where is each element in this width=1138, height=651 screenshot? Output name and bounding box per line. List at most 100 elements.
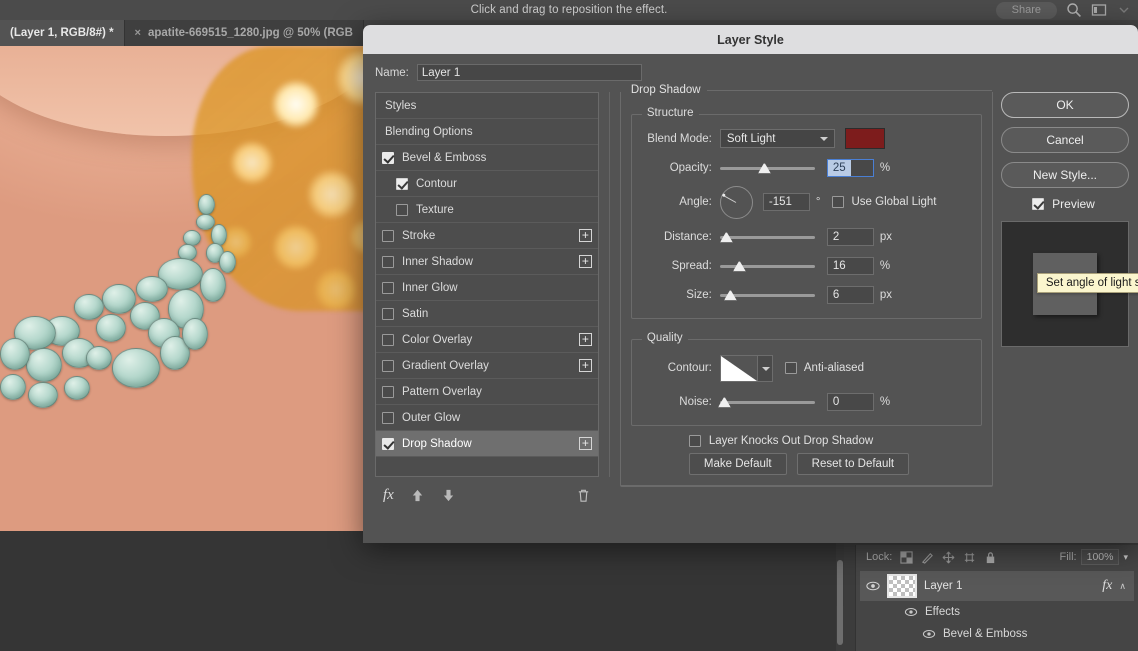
style-item-styles[interactable]: Styles xyxy=(376,93,598,119)
style-item-stroke[interactable]: Stroke + xyxy=(376,223,598,249)
anti-aliased-checkbox[interactable] xyxy=(784,362,797,374)
style-item-outer-glow[interactable]: Outer Glow xyxy=(376,405,598,431)
fx-icon[interactable]: fx xyxy=(383,487,394,504)
distance-slider[interactable] xyxy=(719,231,815,243)
reset-to-default-button[interactable]: Reset to Default xyxy=(796,453,910,475)
shadow-color-swatch[interactable] xyxy=(844,128,885,149)
distance-value: 2 xyxy=(832,230,840,243)
image-canvas[interactable] xyxy=(0,46,364,531)
outer-glow-checkbox[interactable] xyxy=(382,411,394,424)
move-lock-icon[interactable] xyxy=(942,551,955,564)
move-down-icon[interactable] xyxy=(441,488,456,503)
move-up-icon[interactable] xyxy=(410,488,425,503)
tab-label: apatite-669515_1280.jpg @ 50% (RGB xyxy=(147,27,353,39)
tab-close-icon[interactable]: × xyxy=(135,27,141,39)
texture-checkbox[interactable] xyxy=(396,203,408,216)
layer-row[interactable]: Layer 1 fx ∧ xyxy=(860,571,1134,601)
eye-icon[interactable] xyxy=(904,605,918,619)
layer-thumbnail[interactable] xyxy=(887,574,917,598)
style-item-satin[interactable]: Satin xyxy=(376,301,598,327)
stroke-checkbox[interactable] xyxy=(382,229,394,242)
style-item-texture[interactable]: Texture xyxy=(376,197,598,223)
style-item-blending-options[interactable]: Blending Options xyxy=(376,119,598,145)
style-item-pattern-overlay[interactable]: Pattern Overlay xyxy=(376,379,598,405)
style-item-inner-shadow[interactable]: Inner Shadow + xyxy=(376,249,598,275)
add-drop-shadow-plus-icon[interactable]: + xyxy=(578,437,592,450)
inner-shadow-checkbox[interactable] xyxy=(382,255,394,268)
brush-lock-icon[interactable] xyxy=(921,551,934,564)
size-slider[interactable] xyxy=(719,289,815,301)
canvas-scrollbar-thumb[interactable] xyxy=(837,560,843,645)
eye-icon[interactable] xyxy=(866,579,880,593)
add-inner-shadow-plus-icon[interactable]: + xyxy=(578,255,592,268)
knockout-checkbox[interactable] xyxy=(688,435,701,447)
make-default-button[interactable]: Make Default xyxy=(688,453,787,475)
styles-list[interactable]: Styles Blending Options Bevel & Emboss C… xyxy=(375,92,599,477)
fill-chevron-down-icon[interactable]: ▾ xyxy=(1123,552,1128,563)
size-input[interactable]: 6 xyxy=(826,285,874,304)
contour-checkbox[interactable] xyxy=(396,177,408,190)
satin-checkbox[interactable] xyxy=(382,307,394,320)
bevel-emboss-checkbox[interactable] xyxy=(382,151,394,164)
use-global-light-control[interactable]: Use Global Light xyxy=(832,196,937,208)
dialog-vertical-divider xyxy=(608,92,610,477)
style-item-gradient-overlay[interactable]: Gradient Overlay + xyxy=(376,353,598,379)
layer-name-input[interactable] xyxy=(416,64,642,81)
contour-picker[interactable] xyxy=(719,354,773,382)
workspace-icon[interactable] xyxy=(1091,2,1107,18)
noise-input[interactable]: 0 xyxy=(826,392,874,411)
lock-all-icon[interactable] xyxy=(984,551,997,564)
document-tab-active[interactable]: (Layer 1, RGB/8#) * xyxy=(0,20,125,46)
style-label: Pattern Overlay xyxy=(402,385,482,398)
inner-glow-checkbox[interactable] xyxy=(382,281,394,294)
add-stroke-plus-icon[interactable]: + xyxy=(578,229,592,242)
gradient-overlay-checkbox[interactable] xyxy=(382,359,394,372)
layer-expand-chevron-icon[interactable]: ∧ xyxy=(1119,581,1126,592)
new-style-button[interactable]: New Style... xyxy=(1001,162,1129,188)
use-global-light-checkbox[interactable] xyxy=(832,196,845,208)
layer-fx-group[interactable]: fx ∧ xyxy=(1102,578,1134,594)
opacity-slider[interactable] xyxy=(719,162,815,174)
preview-control[interactable]: Preview xyxy=(1001,197,1126,211)
search-icon[interactable] xyxy=(1066,2,1082,18)
style-item-inner-glow[interactable]: Inner Glow xyxy=(376,275,598,301)
angle-dial[interactable] xyxy=(719,185,753,219)
trash-icon[interactable] xyxy=(576,488,591,503)
noise-slider[interactable] xyxy=(717,396,815,408)
size-row: Size: 6 px xyxy=(642,283,971,306)
ok-button[interactable]: OK xyxy=(1001,92,1129,118)
contour-chevron-down-icon[interactable] xyxy=(757,354,773,382)
spread-input[interactable]: 16 xyxy=(826,256,874,275)
fx-icon[interactable]: fx xyxy=(1102,578,1112,594)
layer-effects-row[interactable]: Effects xyxy=(856,601,1138,623)
fill-control[interactable]: Fill: 100% ▾ xyxy=(1060,549,1128,565)
share-button[interactable]: Share xyxy=(995,1,1057,19)
transparency-lock-icon[interactable] xyxy=(900,550,913,564)
style-item-bevel-emboss[interactable]: Bevel & Emboss xyxy=(376,145,598,171)
artboard-lock-icon[interactable] xyxy=(963,551,976,564)
add-gradient-overlay-plus-icon[interactable]: + xyxy=(578,359,592,372)
anti-aliased-control[interactable]: Anti-aliased xyxy=(784,362,864,374)
style-item-drop-shadow[interactable]: Drop Shadow + xyxy=(376,431,598,457)
color-overlay-checkbox[interactable] xyxy=(382,333,394,346)
angle-input[interactable]: -151 xyxy=(762,193,810,211)
blend-mode-select[interactable]: Soft Light xyxy=(719,129,835,148)
preview-checkbox[interactable] xyxy=(1032,198,1045,210)
add-color-overlay-plus-icon[interactable]: + xyxy=(578,333,592,346)
document-tab-inactive[interactable]: × apatite-669515_1280.jpg @ 50% (RGB xyxy=(124,20,364,46)
style-item-color-overlay[interactable]: Color Overlay + xyxy=(376,327,598,353)
layers-lock-row: Lock: Fill: 100% ▾ xyxy=(856,545,1138,569)
layer-effect-item[interactable]: Bevel & Emboss xyxy=(856,623,1138,645)
spread-slider[interactable] xyxy=(719,260,815,272)
chevron-down-icon[interactable] xyxy=(1116,2,1132,18)
opacity-input[interactable]: 25 xyxy=(826,158,874,177)
eye-icon[interactable] xyxy=(922,627,936,641)
style-item-contour[interactable]: Contour xyxy=(376,171,598,197)
knockout-control[interactable]: Layer Knocks Out Drop Shadow xyxy=(688,435,992,447)
contour-preview[interactable] xyxy=(719,354,758,382)
pattern-overlay-checkbox[interactable] xyxy=(382,385,394,398)
cancel-button[interactable]: Cancel xyxy=(1001,127,1129,153)
drop-shadow-checkbox[interactable] xyxy=(382,437,394,450)
fill-value[interactable]: 100% xyxy=(1080,549,1120,565)
distance-input[interactable]: 2 xyxy=(826,227,874,246)
